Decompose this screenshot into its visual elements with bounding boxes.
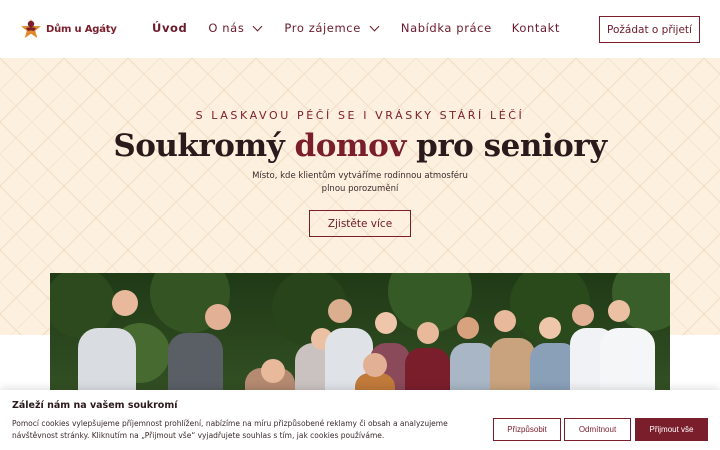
chevron-down-icon [369, 21, 380, 31]
nav-label: O nás [208, 21, 245, 35]
nav-item-o-nas[interactable]: O nás [208, 21, 263, 35]
hero-subtitle-line: plnou porozumění [321, 184, 399, 194]
hero-title-accent: domov [294, 128, 407, 164]
hero-tagline: S LASKAVOU PÉČÍ SE I VRÁSKY STÁŘÍ LÉČÍ [195, 109, 525, 122]
cookie-accept-all-button[interactable]: Přijmout vše [635, 418, 708, 441]
nav-label: Úvod [152, 21, 188, 35]
cookie-text: Pomocí cookies vylepšujeme příjemnost pr… [12, 419, 448, 440]
request-admission-button[interactable]: Požádat o přijetí [599, 16, 700, 43]
nav-item-uvod[interactable]: Úvod [152, 21, 187, 35]
learn-more-button[interactable]: Zjistěte více [309, 210, 411, 237]
nav-label: Pro zájemce [284, 21, 361, 35]
hero-title-part: Soukromý [113, 128, 295, 164]
hero-subtitle: Místo, kde klientům vytváříme rodinnou a… [240, 170, 480, 196]
brand-name: Dům u Agáty [46, 23, 117, 35]
brand-logo[interactable]: Dům u Agáty [20, 18, 117, 40]
site-header: Dům u Agáty Úvod O nás Pro zájemce Nabíd… [0, 0, 720, 58]
nav-label: Kontakt [511, 21, 560, 35]
nav-item-nabidka-prace[interactable]: Nabídka práce [401, 21, 492, 35]
cookie-reject-button[interactable]: Odmítnout [564, 418, 631, 441]
nav-label: Nabídka práce [400, 21, 492, 35]
nav-item-pro-zajemce[interactable]: Pro zájemce [284, 21, 380, 35]
hero-title-part: pro seniory [405, 128, 607, 164]
cookie-customize-button[interactable]: Přizpůsobit [493, 418, 561, 441]
chevron-down-icon [252, 21, 263, 31]
hero-subtitle-line: Místo, kde klientům vytváříme rodinnou a… [252, 171, 468, 181]
star-person-icon [20, 18, 42, 40]
nav-item-kontakt[interactable]: Kontakt [512, 21, 560, 35]
hero-title: Soukromý domov pro seniory [0, 128, 720, 164]
cookie-title: Záleží nám na vašem soukromí [12, 400, 178, 411]
main-nav: Úvod O nás Pro zájemce Nabídka práce Kon… [152, 21, 560, 35]
